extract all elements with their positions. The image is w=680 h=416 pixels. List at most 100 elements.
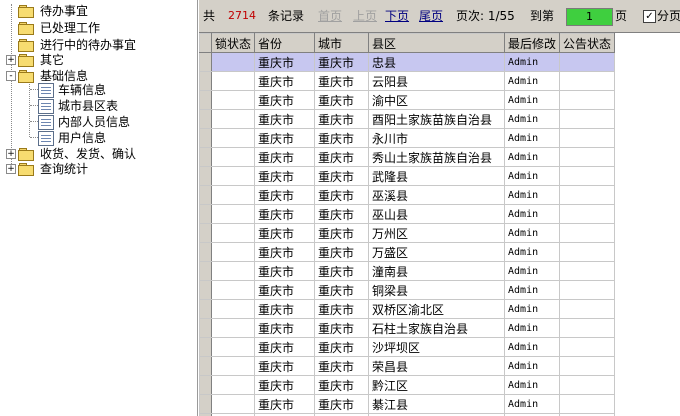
table-row[interactable]: 重庆市 重庆市 荣昌县 Admin bbox=[199, 356, 616, 376]
table-cell[interactable]: 重庆市 bbox=[314, 356, 370, 376]
table-cell[interactable]: 重庆市 bbox=[254, 375, 316, 395]
table-cell[interactable]: 巫溪县 bbox=[368, 185, 506, 205]
table-cell[interactable] bbox=[210, 337, 256, 357]
row-indicator-cell[interactable] bbox=[199, 318, 212, 338]
table-cell[interactable]: 酉阳土家族苗族自治县 bbox=[368, 109, 506, 129]
table-row[interactable]: 重庆市 重庆市 双桥区渝北区 Admin bbox=[199, 299, 616, 319]
row-indicator-cell[interactable] bbox=[199, 109, 212, 129]
table-cell[interactable] bbox=[210, 356, 256, 376]
row-indicator-cell[interactable] bbox=[199, 223, 212, 243]
collapse-icon[interactable]: - bbox=[6, 71, 16, 81]
table-cell[interactable]: 重庆市 bbox=[314, 52, 370, 72]
table-row[interactable]: 重庆市 重庆市 黔江区 Admin bbox=[199, 375, 616, 395]
table-cell[interactable]: 黔江区 bbox=[368, 375, 506, 395]
table-cell[interactable]: 重庆市 bbox=[314, 223, 370, 243]
page-number-input[interactable]: 1 bbox=[566, 8, 613, 26]
table-cell[interactable] bbox=[559, 394, 616, 414]
table-cell[interactable]: 武隆县 bbox=[368, 166, 506, 186]
table-cell[interactable] bbox=[210, 109, 256, 129]
table-cell[interactable] bbox=[559, 242, 616, 262]
row-indicator-cell[interactable] bbox=[199, 147, 212, 167]
table-cell[interactable] bbox=[559, 280, 616, 300]
table-cell[interactable]: 重庆市 bbox=[254, 52, 316, 72]
table-cell[interactable]: 重庆市 bbox=[314, 318, 370, 338]
table-cell[interactable] bbox=[210, 90, 256, 110]
first-page-link[interactable]: 首页 bbox=[318, 8, 342, 24]
table-cell[interactable] bbox=[559, 337, 616, 357]
table-cell[interactable]: 永川市 bbox=[368, 128, 506, 148]
table-cell[interactable]: Admin bbox=[504, 280, 561, 300]
table-cell[interactable]: 重庆市 bbox=[254, 394, 316, 414]
table-cell[interactable]: 重庆市 bbox=[314, 242, 370, 262]
table-cell[interactable] bbox=[210, 242, 256, 262]
table-row[interactable]: 重庆市 重庆市 綦江县 Admin bbox=[199, 394, 616, 414]
table-cell[interactable]: 重庆市 bbox=[314, 261, 370, 281]
table-row[interactable]: 重庆市 重庆市 万盛区 Admin bbox=[199, 242, 616, 262]
expand-icon[interactable]: + bbox=[6, 55, 16, 65]
table-cell[interactable]: 重庆市 bbox=[314, 90, 370, 110]
row-indicator-cell[interactable] bbox=[199, 128, 212, 148]
table-cell[interactable] bbox=[559, 147, 616, 167]
table-cell[interactable]: Admin bbox=[504, 52, 561, 72]
last-page-link[interactable]: 尾页 bbox=[419, 8, 443, 24]
table-cell[interactable]: 万盛区 bbox=[368, 242, 506, 262]
table-cell[interactable]: Admin bbox=[504, 299, 561, 319]
row-indicator-cell[interactable] bbox=[199, 242, 212, 262]
table-cell[interactable]: Admin bbox=[504, 394, 561, 414]
table-cell[interactable] bbox=[210, 261, 256, 281]
table-cell[interactable] bbox=[210, 318, 256, 338]
table-cell[interactable] bbox=[559, 375, 616, 395]
table-row[interactable]: 重庆市 重庆市 潼南县 Admin bbox=[199, 261, 616, 281]
row-indicator-cell[interactable] bbox=[199, 90, 212, 110]
table-row[interactable]: 重庆市 重庆市 武隆县 Admin bbox=[199, 166, 616, 186]
table-cell[interactable]: 重庆市 bbox=[254, 280, 316, 300]
table-row[interactable]: 重庆市 重庆市 秀山土家族苗族自治县 Admin bbox=[199, 147, 616, 167]
table-cell[interactable]: 重庆市 bbox=[314, 299, 370, 319]
table-cell[interactable]: 重庆市 bbox=[314, 147, 370, 167]
table-cell[interactable]: 重庆市 bbox=[254, 185, 316, 205]
table-cell[interactable]: 重庆市 bbox=[314, 375, 370, 395]
table-cell[interactable] bbox=[210, 71, 256, 91]
row-indicator-cell[interactable] bbox=[199, 166, 212, 186]
row-indicator-cell[interactable] bbox=[199, 375, 212, 395]
table-cell[interactable]: 石柱土家族自治县 bbox=[368, 318, 506, 338]
table-cell[interactable]: Admin bbox=[504, 242, 561, 262]
table-cell[interactable]: Admin bbox=[504, 147, 561, 167]
table-cell[interactable]: 重庆市 bbox=[314, 280, 370, 300]
table-cell[interactable]: 重庆市 bbox=[254, 261, 316, 281]
table-cell[interactable]: 秀山土家族苗族自治县 bbox=[368, 147, 506, 167]
table-cell[interactable] bbox=[559, 128, 616, 148]
row-indicator-cell[interactable] bbox=[199, 299, 212, 319]
table-cell[interactable]: Admin bbox=[504, 261, 561, 281]
column-header-province[interactable]: 省份 bbox=[254, 33, 316, 53]
table-cell[interactable]: 重庆市 bbox=[314, 204, 370, 224]
next-page-link[interactable]: 下页 bbox=[385, 8, 409, 24]
table-cell[interactable]: 重庆市 bbox=[254, 109, 316, 129]
column-header-last-modified[interactable]: 最后修改 bbox=[504, 33, 561, 53]
table-cell[interactable]: 重庆市 bbox=[254, 204, 316, 224]
table-cell[interactable]: 巫山县 bbox=[368, 204, 506, 224]
table-cell[interactable] bbox=[559, 356, 616, 376]
table-cell[interactable]: 重庆市 bbox=[254, 337, 316, 357]
table-row[interactable]: 重庆市 重庆市 渝中区 Admin bbox=[199, 90, 616, 110]
table-cell[interactable] bbox=[559, 52, 616, 72]
table-cell[interactable]: 云阳县 bbox=[368, 71, 506, 91]
row-indicator-cell[interactable] bbox=[199, 356, 212, 376]
table-cell[interactable]: 潼南县 bbox=[368, 261, 506, 281]
column-header-lock-status[interactable]: 锁状态 bbox=[210, 33, 256, 53]
table-cell[interactable]: Admin bbox=[504, 204, 561, 224]
table-cell[interactable]: Admin bbox=[504, 337, 561, 357]
expand-icon[interactable]: + bbox=[6, 164, 16, 174]
table-row[interactable]: 重庆市 重庆市 云阳县 Admin bbox=[199, 71, 616, 91]
table-cell[interactable]: 重庆市 bbox=[254, 242, 316, 262]
table-cell[interactable]: 重庆市 bbox=[314, 128, 370, 148]
table-cell[interactable]: 重庆市 bbox=[254, 299, 316, 319]
table-cell[interactable]: 沙坪坝区 bbox=[368, 337, 506, 357]
table-cell[interactable]: 重庆市 bbox=[254, 166, 316, 186]
expand-icon[interactable]: + bbox=[6, 149, 16, 159]
table-row[interactable]: 重庆市 重庆市 巫山县 Admin bbox=[199, 204, 616, 224]
table-cell[interactable]: Admin bbox=[504, 185, 561, 205]
table-cell[interactable] bbox=[559, 318, 616, 338]
table-row[interactable]: 重庆市 重庆市 巫溪县 Admin bbox=[199, 185, 616, 205]
table-cell[interactable]: 重庆市 bbox=[314, 166, 370, 186]
